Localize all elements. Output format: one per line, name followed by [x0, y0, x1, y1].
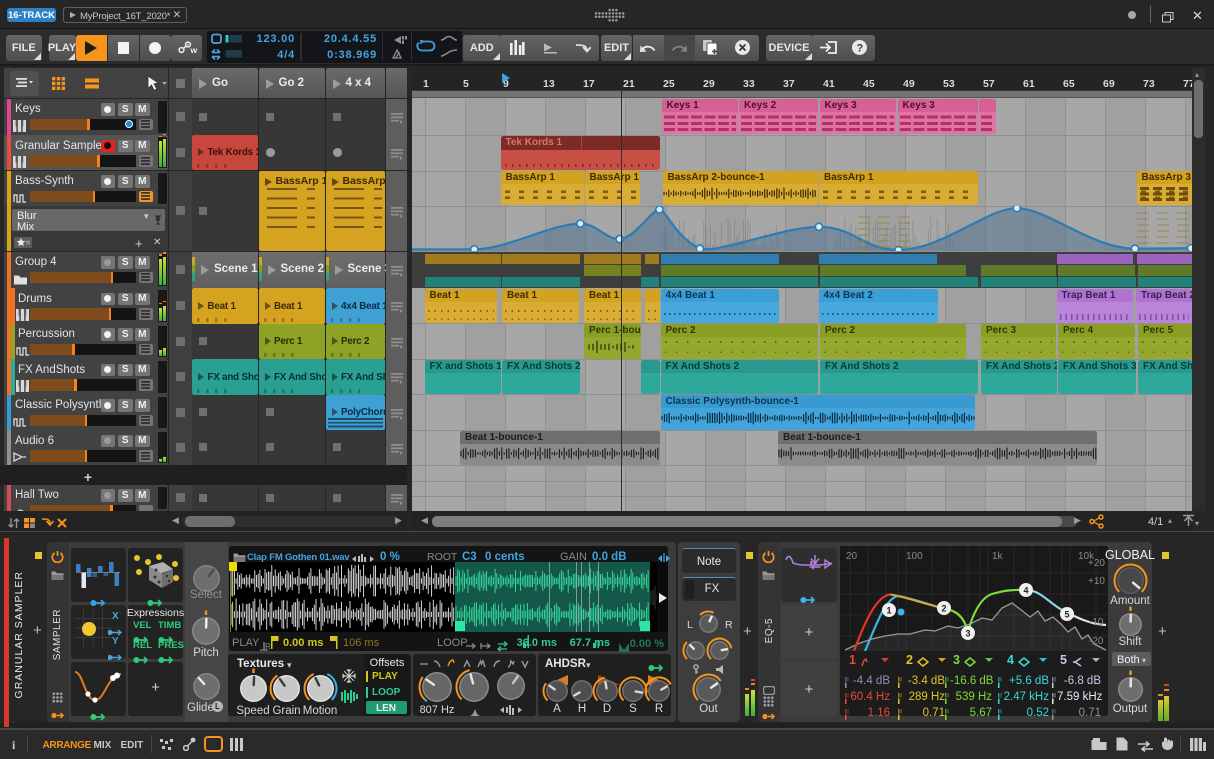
svg-text:4: 4 — [1023, 586, 1028, 596]
svg-text:?: ? — [857, 43, 864, 55]
svg-text:1: 1 — [886, 606, 891, 616]
svg-text:w: w — [189, 45, 197, 55]
svg-text:5: 5 — [1064, 610, 1069, 620]
svg-text:2: 2 — [941, 604, 946, 614]
svg-text:3: 3 — [965, 629, 970, 639]
